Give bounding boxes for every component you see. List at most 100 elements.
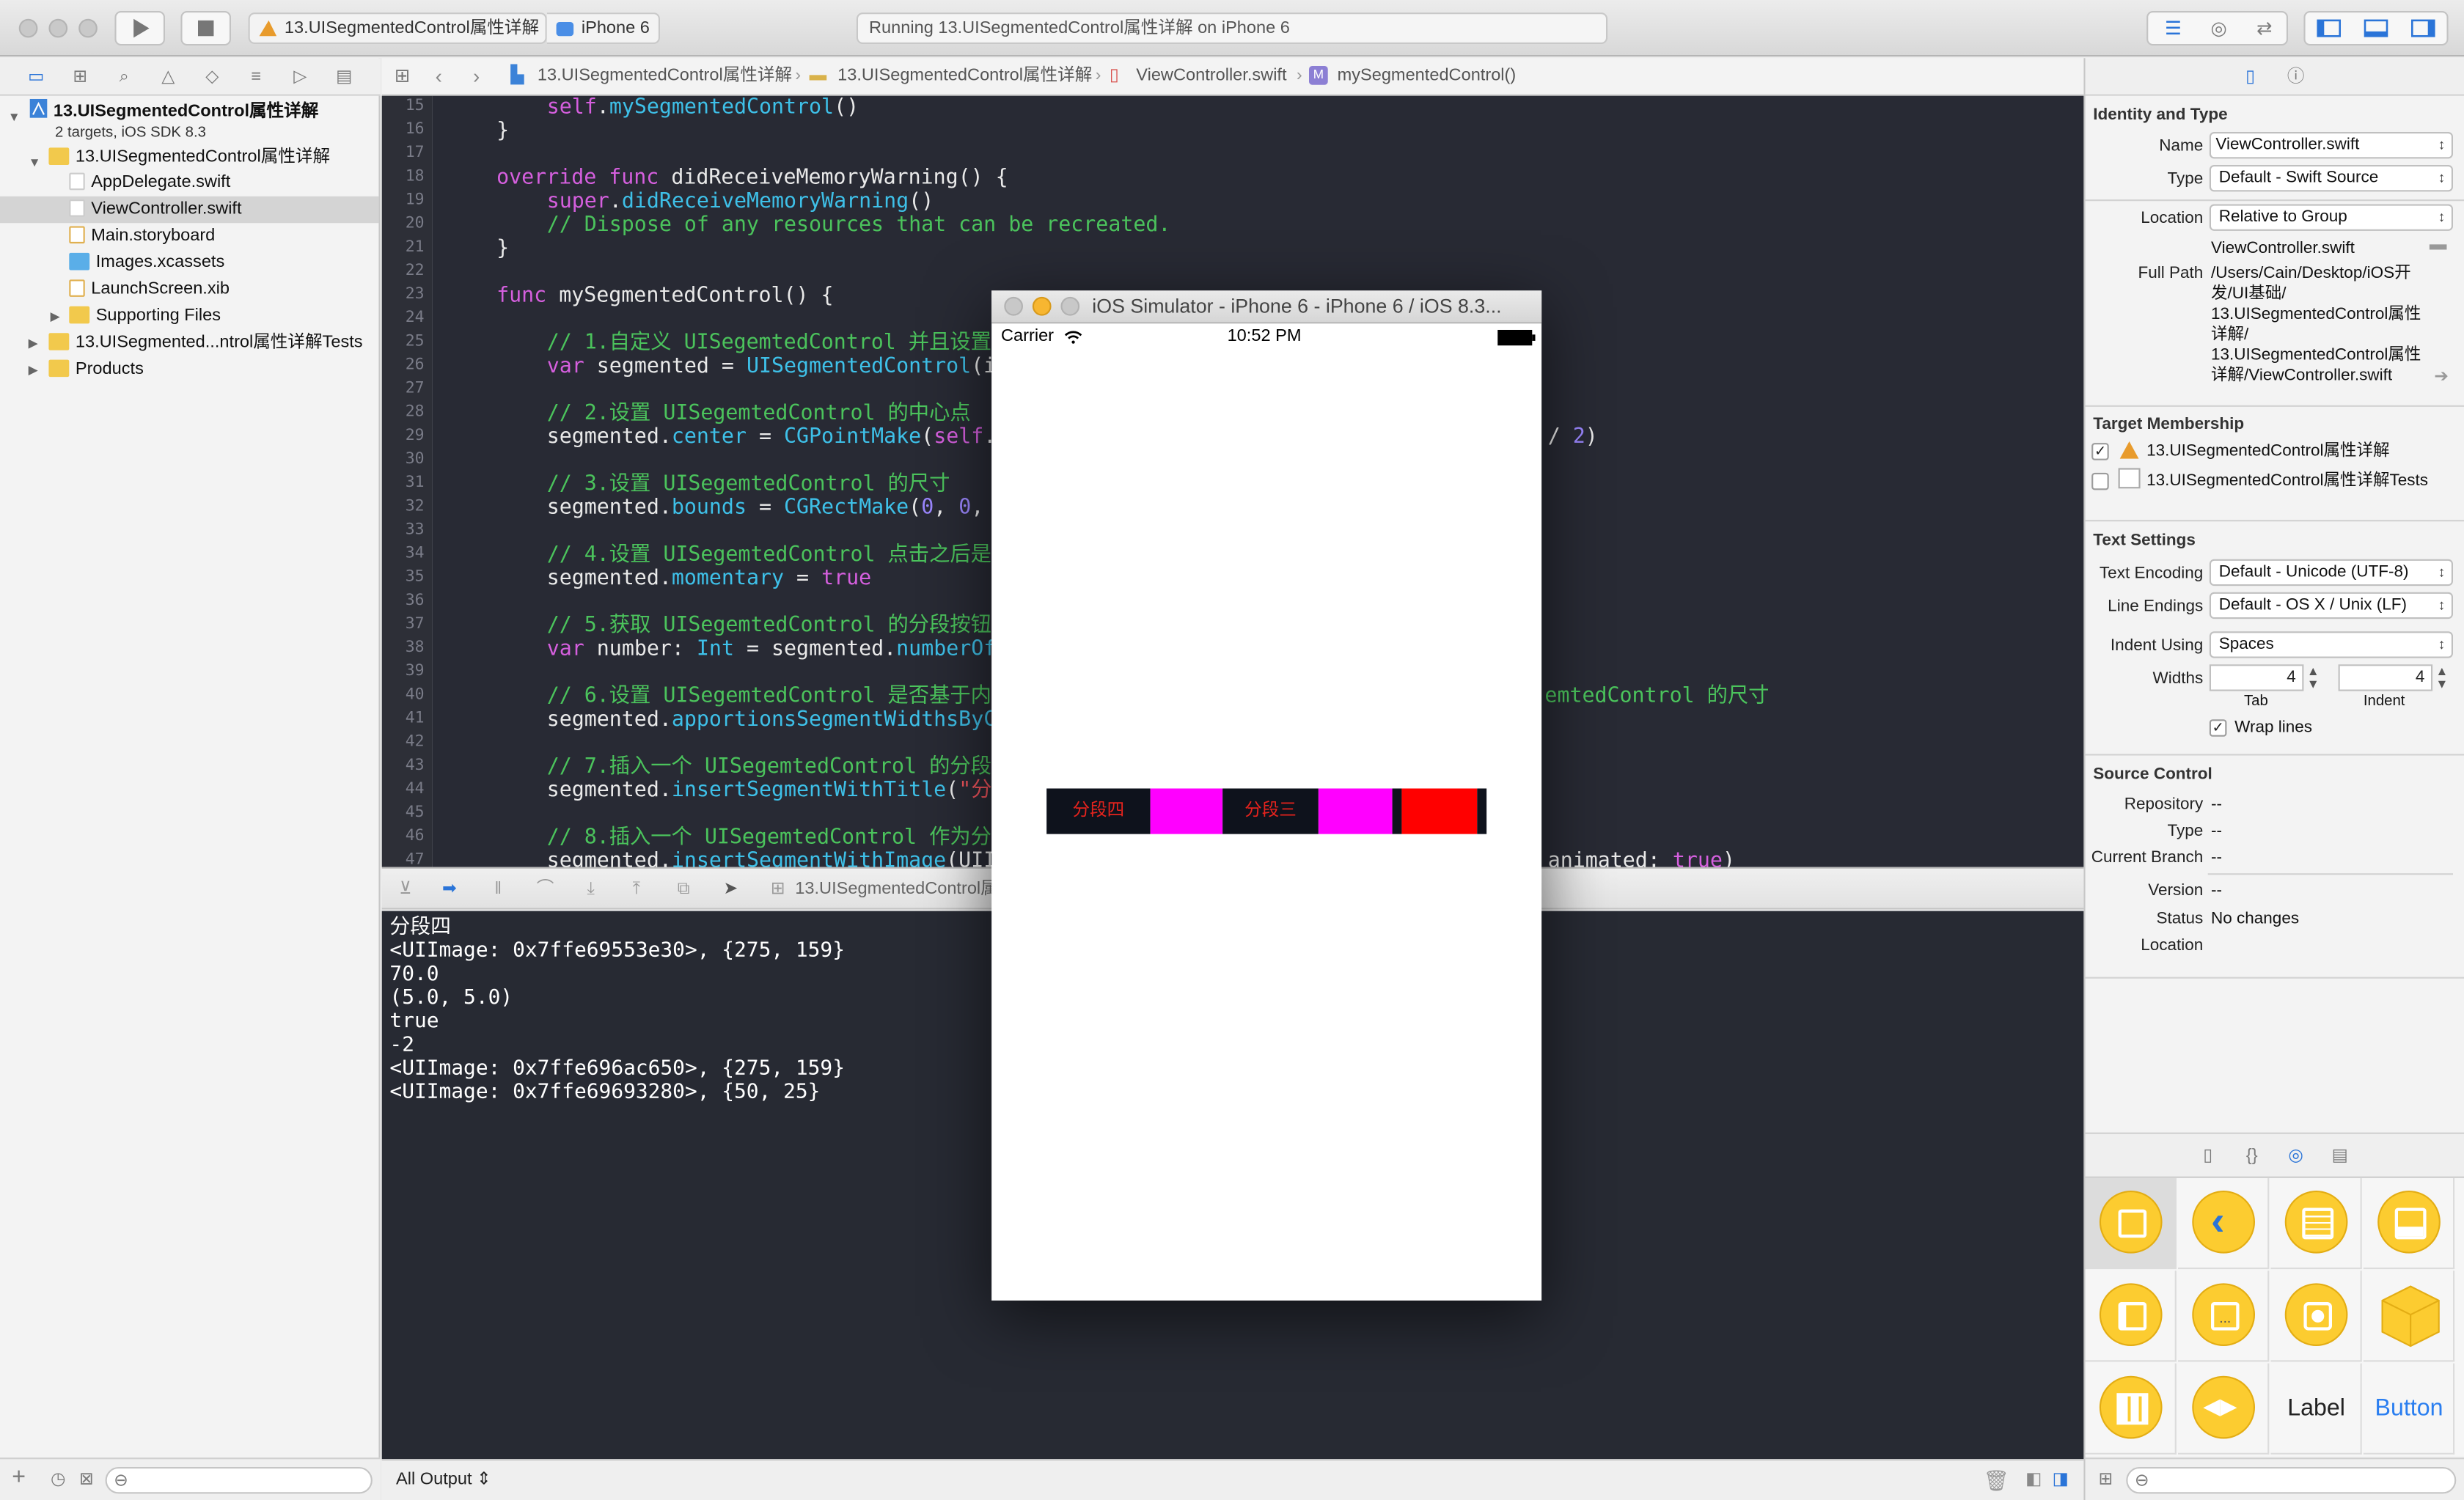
run-button[interactable] bbox=[114, 10, 166, 46]
library-item-split-view-controller[interactable] bbox=[2085, 1271, 2177, 1362]
tab-stepper-icon[interactable]: ▲ ▼ bbox=[2307, 665, 2320, 691]
library-filter-input[interactable]: ⊖ bbox=[2126, 1467, 2457, 1494]
view-debugger-icon[interactable]: ⧉ bbox=[672, 878, 694, 900]
navigator-toggle-icon[interactable] bbox=[2317, 19, 2342, 38]
tree-products[interactable]: Products bbox=[48, 356, 144, 383]
warning-icon[interactable]: △ bbox=[157, 66, 179, 88]
encoding-select[interactable]: Default - Unicode (UTF-8) bbox=[2209, 559, 2454, 587]
minimize-window-button[interactable] bbox=[48, 18, 68, 38]
quick-help-icon[interactable]: ⓘ bbox=[2285, 66, 2307, 88]
crumb-group[interactable]: 13.UISegmentedControl属性详解 bbox=[837, 58, 1092, 94]
breakpoints-toggle-icon[interactable]: ➡ bbox=[439, 878, 461, 900]
debug-area-toggle-icon[interactable] bbox=[2364, 19, 2388, 38]
zoom-window-button[interactable] bbox=[78, 18, 98, 38]
library-item-navigation-controller[interactable]: ‹ bbox=[2178, 1177, 2270, 1270]
crumb-project[interactable]: 13.UISegmentedControl属性详解 bbox=[538, 58, 792, 94]
forward-chevron-icon[interactable]: › bbox=[473, 58, 480, 94]
file-template-icon[interactable]: ▯ bbox=[2197, 1145, 2219, 1167]
console-view-icon[interactable]: ◨ bbox=[2053, 1460, 2069, 1500]
step-into-icon[interactable]: ⤓ bbox=[580, 878, 602, 900]
version-editor-icon[interactable]: ⇄ bbox=[2252, 18, 2277, 40]
indent-using-select[interactable]: Spaces bbox=[2209, 631, 2454, 658]
related-items-icon[interactable]: ⊞ bbox=[395, 58, 411, 94]
grid-view-icon[interactable]: ⊞ bbox=[2094, 1468, 2116, 1490]
disclosure-open-icon[interactable]: ▼ bbox=[8, 103, 21, 130]
tree-file-launchscreen[interactable]: LaunchScreen.xib bbox=[69, 276, 230, 303]
disclosure-closed-icon[interactable]: ▶ bbox=[29, 330, 38, 356]
tree-file-xcassets[interactable]: Images.xcassets bbox=[69, 250, 224, 276]
segment-4[interactable] bbox=[1318, 788, 1393, 834]
pause-icon[interactable]: ‖ bbox=[487, 878, 509, 900]
symbol-navigator-icon[interactable]: ⊞ bbox=[69, 66, 91, 88]
disclosure-closed-icon[interactable]: ▶ bbox=[29, 356, 38, 383]
tree-file-storyboard[interactable]: Main.storyboard bbox=[69, 223, 215, 249]
close-window-button[interactable] bbox=[18, 18, 38, 38]
folder-icon[interactable]: ▭ bbox=[25, 66, 47, 88]
indent-width-field[interactable]: 4 bbox=[2338, 664, 2433, 691]
add-icon[interactable]: + bbox=[8, 1466, 30, 1489]
location-select[interactable]: Relative to Group bbox=[2209, 204, 2454, 231]
library-item-collection-view-controller[interactable] bbox=[2085, 1363, 2177, 1455]
step-over-icon[interactable]: ⌒ bbox=[535, 878, 557, 900]
report-icon[interactable]: ▤ bbox=[333, 66, 355, 88]
utilities-toggle-icon[interactable] bbox=[2410, 19, 2435, 38]
step-out-icon[interactable]: ⤒ bbox=[626, 878, 648, 900]
library-item-glkit-view-controller[interactable] bbox=[2270, 1271, 2362, 1362]
disclosure-closed-icon[interactable]: ▶ bbox=[51, 303, 60, 329]
library-item-av-player-view-controller[interactable]: ◀▶ bbox=[2178, 1363, 2270, 1455]
back-chevron-icon[interactable]: ‹ bbox=[436, 58, 442, 94]
scheme-selector[interactable]: 13.UISegmentedControl属性详解 bbox=[248, 12, 547, 44]
segment-6[interactable] bbox=[1401, 788, 1478, 834]
indent-stepper-icon[interactable]: ▲ ▼ bbox=[2435, 665, 2448, 691]
object-library-icon[interactable]: ◎ bbox=[2285, 1145, 2307, 1167]
target-app-checkbox[interactable]: ✓ bbox=[2091, 443, 2109, 460]
standard-editor-icon[interactable]: ☰ bbox=[2160, 18, 2185, 40]
segment-7[interactable] bbox=[1477, 788, 1487, 834]
debug-navigator-icon[interactable]: ≡ bbox=[245, 66, 267, 88]
library-item-label[interactable]: Label bbox=[2270, 1363, 2362, 1455]
library-item-tab-bar-controller[interactable] bbox=[2363, 1177, 2455, 1270]
file-inspector-icon[interactable]: ▯ bbox=[2240, 66, 2262, 88]
reveal-arrow-icon[interactable]: ➔ bbox=[2434, 366, 2449, 386]
library-item-button[interactable]: Button bbox=[2363, 1363, 2455, 1455]
segment-5[interactable] bbox=[1392, 788, 1402, 834]
close-window-button[interactable] bbox=[1004, 296, 1024, 316]
navigator-filter-input[interactable]: ⊖ bbox=[105, 1467, 373, 1494]
minimize-window-button[interactable] bbox=[1032, 296, 1052, 316]
name-field[interactable]: ViewController.swift bbox=[2209, 131, 2454, 159]
tree-supporting-files[interactable]: Supporting Files bbox=[69, 303, 221, 329]
code-snippet-icon[interactable]: {} bbox=[2241, 1145, 2263, 1167]
disclosure-open-icon[interactable]: ▼ bbox=[29, 150, 41, 176]
assistant-editor-icon[interactable]: ◎ bbox=[2207, 18, 2232, 40]
type-select[interactable]: Default - Swift Source bbox=[2209, 164, 2454, 192]
tab-width-field[interactable]: 4 bbox=[2209, 664, 2304, 691]
target-tests-checkbox[interactable] bbox=[2091, 472, 2109, 490]
segment-2[interactable] bbox=[1150, 788, 1223, 834]
hide-debug-area-icon[interactable]: ⊻ bbox=[395, 878, 417, 900]
media-library-icon[interactable]: ▤ bbox=[2329, 1145, 2351, 1167]
tree-file-viewcontroller[interactable]: ViewController.swift bbox=[69, 196, 242, 223]
library-item-table-view-controller[interactable] bbox=[2270, 1177, 2362, 1270]
debug-breadcrumb[interactable]: 13.UISegmentedControl属 bbox=[795, 878, 997, 900]
library-item-page-view-controller[interactable]: ... bbox=[2178, 1271, 2270, 1362]
folder-icon[interactable]: ▬ bbox=[2430, 235, 2447, 254]
wrap-lines-checkbox[interactable]: ✓ bbox=[2209, 719, 2227, 737]
tree-main-group[interactable]: 13.UISegmentedControl属性详解 bbox=[48, 144, 330, 171]
segment-1[interactable]: 分段四 bbox=[1046, 788, 1151, 834]
segment-3[interactable]: 分段三 bbox=[1222, 788, 1319, 834]
stop-button[interactable] bbox=[180, 10, 232, 46]
library-item-view-controller[interactable] bbox=[2085, 1177, 2177, 1270]
crumb-method[interactable]: mySegmentedControl() bbox=[1338, 58, 1517, 94]
variables-view-icon[interactable]: ◧ bbox=[2025, 1460, 2042, 1500]
library-item-object[interactable] bbox=[2363, 1271, 2455, 1362]
line-endings-select[interactable]: Default - OS X / Unix (LF) bbox=[2209, 592, 2454, 620]
search-icon[interactable]: ⌕ bbox=[113, 66, 135, 88]
tree-file-appdelegate[interactable]: AppDelegate.swift bbox=[69, 169, 230, 196]
crumb-file[interactable]: ViewController.swift bbox=[1136, 58, 1286, 94]
recent-files-icon[interactable]: ◷ bbox=[47, 1468, 69, 1490]
tree-tests-group[interactable]: 13.UISegmented...ntrol属性详解Tests bbox=[48, 330, 363, 356]
breakpoint-icon[interactable]: ▷ bbox=[289, 66, 311, 88]
device-selector[interactable]: iPhone 6 bbox=[546, 12, 661, 44]
test-icon[interactable]: ◇ bbox=[201, 66, 223, 88]
output-filter-select[interactable]: All Output ⇕ bbox=[396, 1460, 491, 1500]
